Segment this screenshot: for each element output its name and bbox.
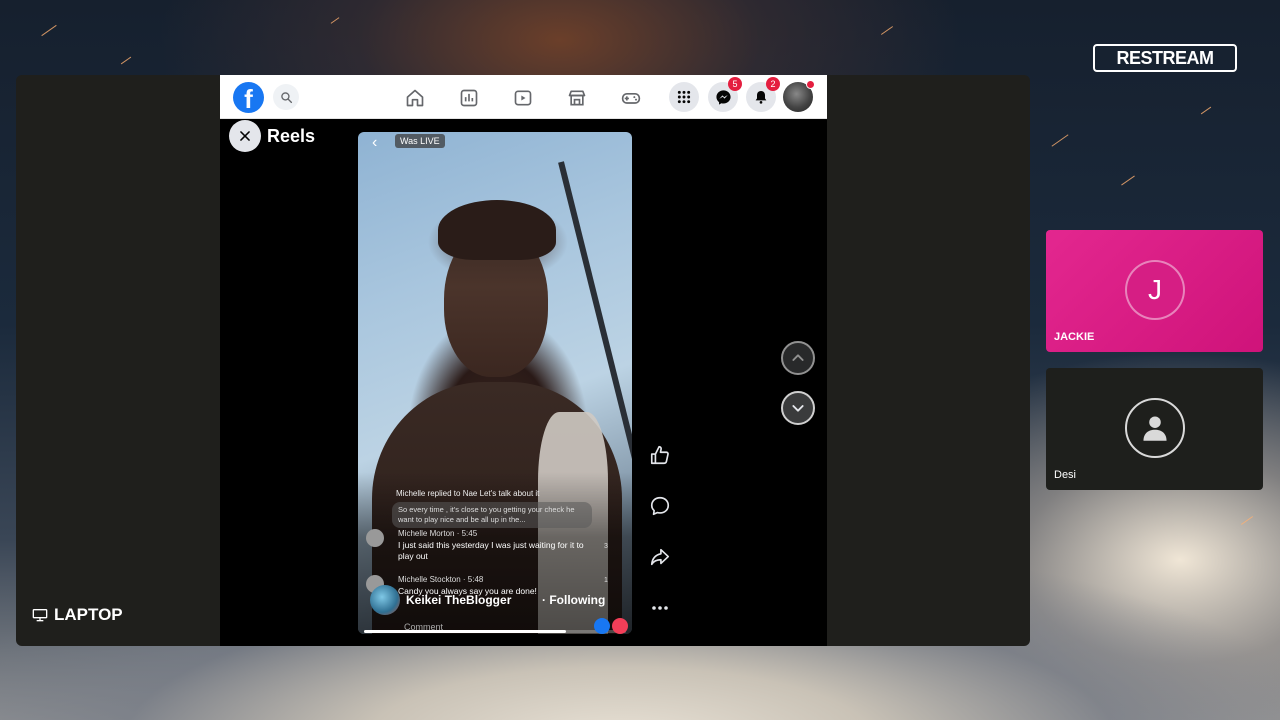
more-icon [652, 606, 668, 610]
comment-like-count: 1 [604, 577, 608, 584]
messenger-button[interactable]: 5 [708, 77, 742, 112]
person-hair [438, 200, 556, 260]
list-item: Michelle Morton · 5:45 I just said this … [366, 529, 616, 561]
account-avatar[interactable] [783, 80, 815, 112]
commenter-name: Michelle Stockton · 5:48 [398, 575, 484, 584]
like-icon [650, 445, 669, 465]
comment-icon [650, 496, 670, 516]
search-button[interactable] [273, 84, 299, 110]
menu-grid-icon [677, 90, 691, 104]
facebook-logo-icon[interactable]: f [233, 82, 264, 114]
nav-gaming[interactable] [620, 87, 642, 109]
nav-marketplace[interactable] [566, 87, 588, 109]
close-reels-button[interactable] [229, 120, 261, 152]
nav-video[interactable] [512, 87, 534, 109]
share-icon [650, 548, 670, 566]
monitor-icon [32, 609, 48, 622]
love-reaction-icon [612, 618, 628, 634]
like-reaction-icon [594, 618, 610, 634]
guest-tile-jackie[interactable]: J JACKIE [1046, 230, 1263, 352]
laptop-screen-share: f 5 2 Reels ‹ Was LIVE Michelle replied … [16, 75, 1030, 646]
user-icon [1143, 416, 1167, 441]
comment-button[interactable] [648, 494, 672, 518]
notifications-button[interactable]: 2 [746, 77, 780, 112]
guest-name: Desi [1054, 469, 1077, 481]
guest-name: JACKIE [1054, 331, 1095, 343]
avatar [1125, 398, 1185, 458]
nav-professional-dashboard[interactable] [458, 87, 480, 109]
status-dot [806, 80, 815, 89]
bell-icon [755, 91, 767, 104]
next-reel-button[interactable] [781, 391, 815, 425]
chevron-up-icon [792, 354, 804, 361]
reel-progress[interactable] [364, 630, 626, 633]
chart-icon [460, 89, 478, 107]
commenter-name: Michelle Morton · 5:45 [398, 529, 478, 538]
marketplace-icon [568, 90, 586, 106]
facebook-window: f 5 2 Reels ‹ Was LIVE Michelle replied … [220, 75, 827, 646]
reel-progress-fill [364, 630, 566, 633]
share-button[interactable] [648, 545, 672, 569]
following-button[interactable]: · Following [542, 593, 605, 607]
previous-reel-button[interactable] [781, 341, 815, 375]
comment-like-count: 3 [604, 543, 608, 550]
commenter-avatar [366, 529, 384, 547]
home-icon [406, 89, 424, 107]
more-options-button[interactable] [648, 596, 672, 620]
like-button[interactable] [648, 443, 672, 467]
reel-video[interactable]: ‹ Was LIVE Michelle replied to Nae Let's… [358, 132, 632, 634]
close-icon [240, 131, 250, 141]
menu-button[interactable] [669, 82, 699, 112]
reply-notice: Michelle replied to Nae Let's talk about… [396, 489, 540, 498]
author-name[interactable]: Keikei TheBlogger [406, 593, 511, 607]
video-icon [514, 90, 532, 106]
chevron-left-icon[interactable]: ‹ [372, 134, 377, 152]
comment-text: I just said this yesterday I was just wa… [398, 540, 584, 561]
source-label-text: LAPTOP [54, 605, 123, 624]
messenger-icon [715, 89, 731, 105]
avatar: J [1125, 260, 1185, 320]
notifications-badge: 2 [766, 77, 780, 91]
gaming-icon [621, 93, 641, 104]
restream-logo: RESTREAM [1093, 44, 1237, 72]
reel-author[interactable]: Keikei TheBlogger · Following [370, 585, 630, 615]
author-avatar[interactable] [370, 585, 400, 615]
search-icon [280, 91, 292, 103]
quoted-comment: So every time , it's close to you gettin… [392, 502, 592, 528]
source-label: LAPTOP [32, 605, 123, 625]
reels-title: Reels [267, 126, 316, 146]
messenger-badge: 5 [728, 77, 742, 91]
chevron-down-icon [792, 405, 804, 412]
facebook-top-bar: f 5 2 [220, 75, 827, 119]
was-live-badge: Was LIVE [395, 134, 445, 148]
nav-home[interactable] [404, 87, 426, 109]
guest-tile-desi[interactable]: Desi [1046, 368, 1263, 490]
